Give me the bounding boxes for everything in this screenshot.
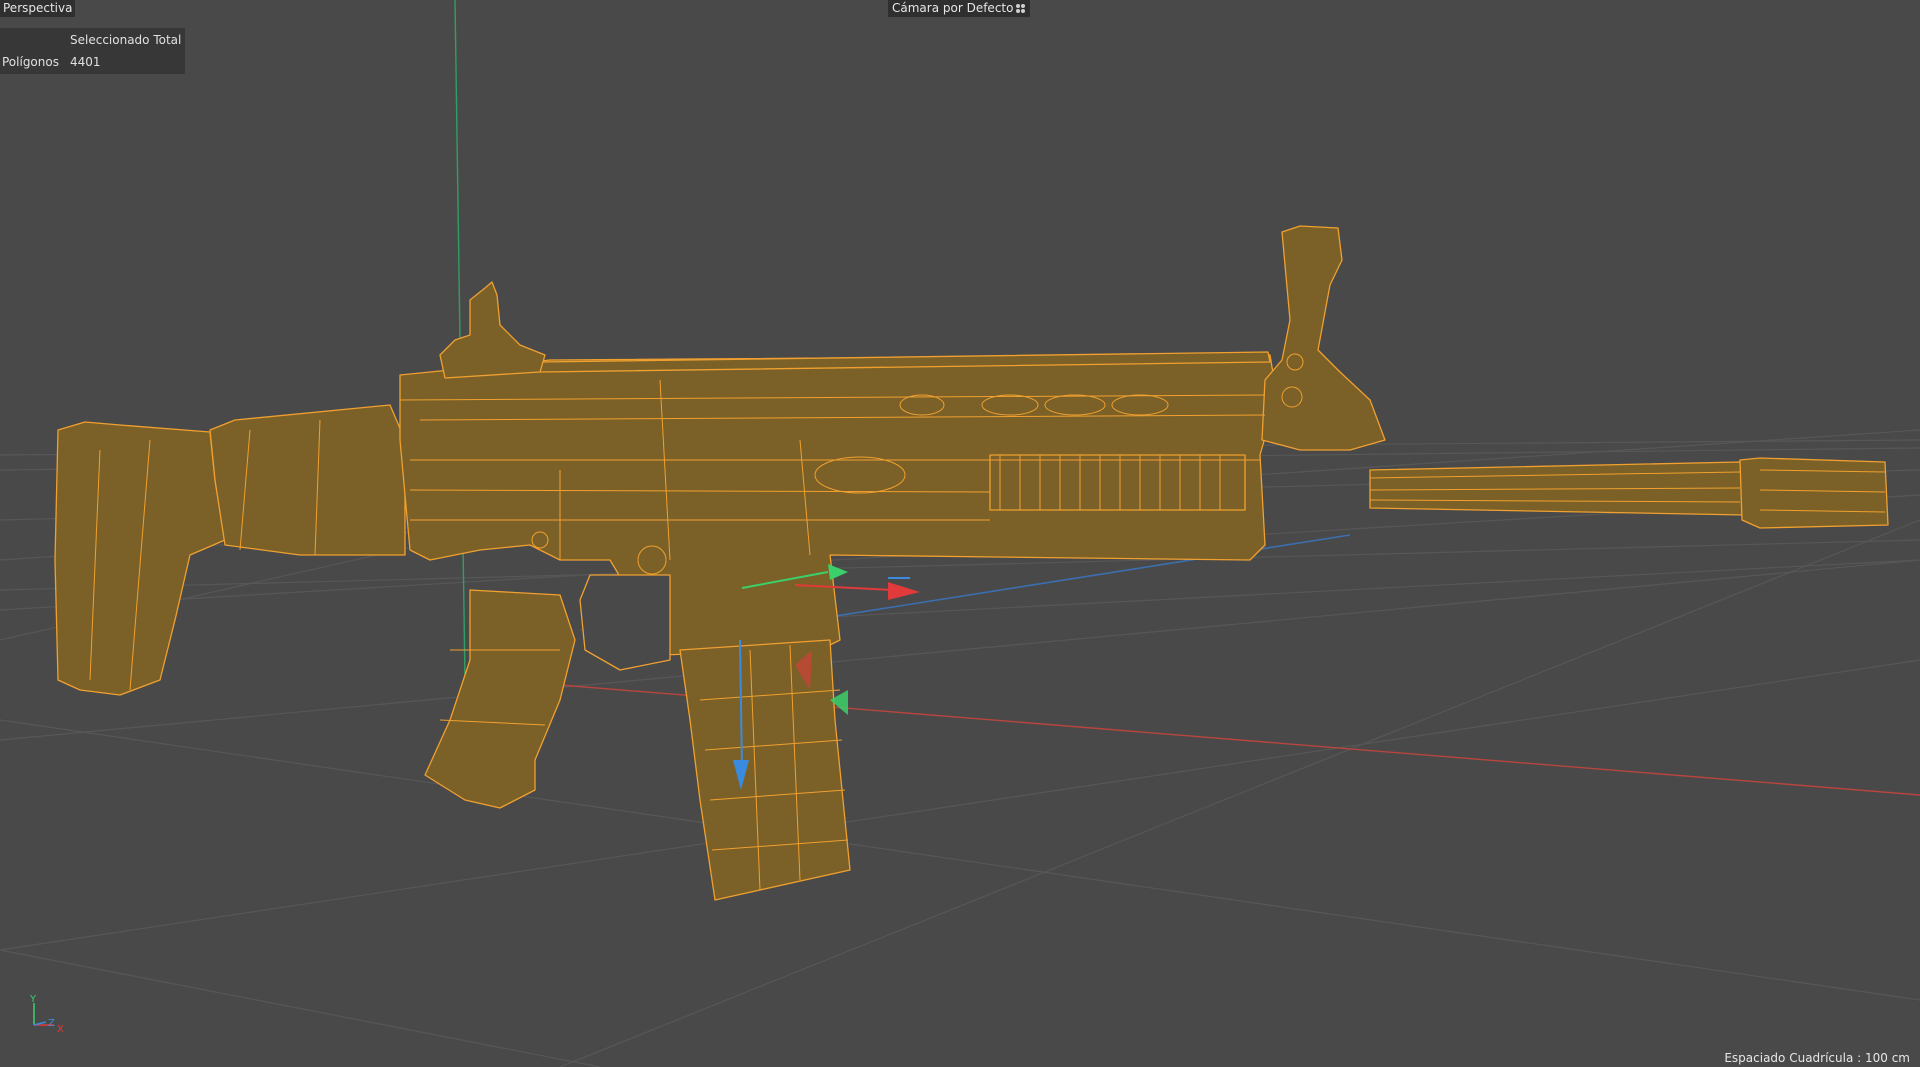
- camera-name: Cámara por Defecto: [892, 1, 1014, 15]
- grid-spacing-label: Espaciado Cuadrícula : 100 cm: [1724, 1051, 1910, 1065]
- world-axis-icon: Y Z X: [28, 995, 68, 1035]
- trigger-guard: [579, 574, 671, 671]
- axis-x-label: X: [57, 1024, 64, 1035]
- pistol-grip: [424, 589, 576, 809]
- stock-part: [54, 421, 226, 696]
- rifle-model[interactable]: [54, 225, 1889, 901]
- axis-z-label: Z: [48, 1018, 55, 1029]
- gizmo-x-handle[interactable]: [888, 582, 920, 600]
- camera-dots-icon[interactable]: [1016, 3, 1026, 14]
- magazine: [679, 639, 851, 901]
- handguard-rail: [989, 454, 1246, 511]
- axis-y-label: Y: [30, 994, 37, 1005]
- viewport-scene[interactable]: [0, 0, 1920, 1067]
- front-sight: [1261, 225, 1386, 451]
- polygon-count-value: 4401: [70, 55, 101, 69]
- viewport-projection-menu[interactable]: Perspectiva: [0, 0, 76, 17]
- stock-arm: [209, 404, 406, 556]
- muzzle-device: [1739, 457, 1889, 529]
- camera-selector[interactable]: Cámara por Defecto: [888, 0, 1031, 17]
- gizmo-y-handle[interactable]: [828, 564, 848, 580]
- rear-sight: [439, 281, 546, 379]
- 3d-viewport[interactable]: Perspectiva Cámara por Defecto Seleccion…: [0, 0, 1920, 1067]
- selection-info-panel: Seleccionado Total Polígonos 4401: [0, 28, 185, 74]
- selection-info-header: Seleccionado Total: [70, 33, 182, 47]
- polygon-count-label: Polígonos: [2, 55, 59, 69]
